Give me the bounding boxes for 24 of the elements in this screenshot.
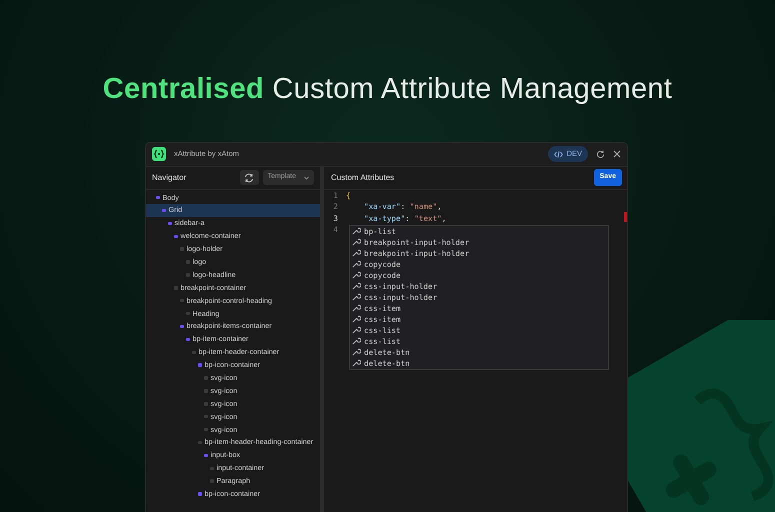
close-button[interactable] [613,150,621,158]
sync-button[interactable] [240,170,259,185]
wrench-icon [352,226,361,234]
headline: Centralised Custom Attribute Management [102,72,674,107]
wrench-icon [352,302,361,312]
wrench-icon [352,248,361,256]
wrench-icon [352,292,361,300]
code-icon [554,150,563,158]
refresh-button[interactable] [596,150,605,158]
panel-title: Custom Attributes [331,172,394,184]
wrench-icon [352,336,361,344]
caret-icon [304,176,309,180]
sync-icon [244,172,254,182]
error-marker [624,212,627,222]
wrench-icon [352,324,361,334]
app-logo-icon [152,147,166,161]
wrench-icon [352,280,361,290]
wrench-icon [352,236,361,246]
wrench-icon [352,314,361,322]
wrench-icon [352,346,361,356]
wrench-icon [352,358,361,366]
panel-title: Navigator [152,172,186,184]
wrench-icon [352,258,361,268]
wrench-icon [352,270,361,278]
